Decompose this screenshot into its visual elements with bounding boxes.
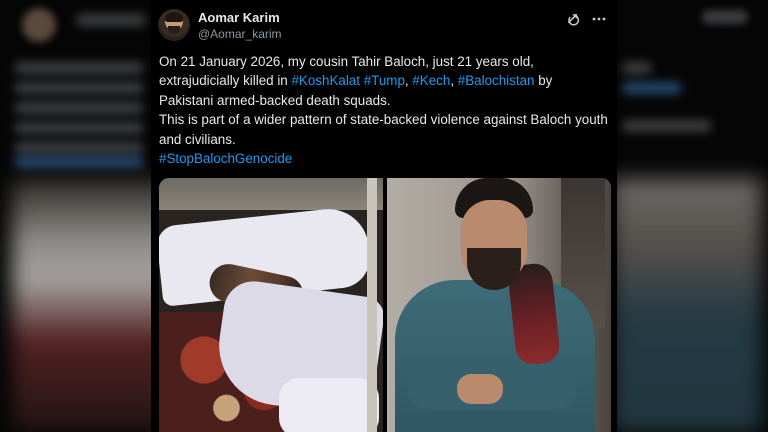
hashtag-link[interactable]: #Tump [364,73,405,88]
media-grid [159,178,611,432]
white-cloth [279,378,379,432]
hashtag-link[interactable]: #Kech [412,73,450,88]
blurred-text [622,120,712,132]
blurred-text [14,102,144,114]
avatar-hair [165,12,183,22]
blurred-text [14,62,144,74]
photo-shrouded-body[interactable] [159,178,383,432]
blurred-photo [612,178,762,432]
avatar[interactable] [158,9,190,41]
blurred-hashtag [622,82,682,94]
text-segment: This is part of a wider pattern of state… [159,112,608,147]
blurred-text [14,82,144,94]
avatar-beard [168,26,180,34]
tweet-text: On 21 January 2026, my cousin Tahir Balo… [159,52,609,168]
blurred-text [14,122,144,134]
tweet-paragraph: #StopBalochGenocide [159,149,609,168]
tweet-paragraph: On 21 January 2026, my cousin Tahir Balo… [159,52,609,110]
grok-icon[interactable] [565,11,581,27]
bed-frame [159,178,383,210]
blurred-text [76,14,146,26]
hashtag-link[interactable]: #StopBalochGenocide [159,151,292,166]
author-display-name[interactable]: Aomar Karim [198,10,282,26]
blurred-text [622,62,652,74]
author-handle[interactable]: @Aomar_karim [198,26,282,42]
tweet-card[interactable]: Aomar Karim @Aomar_karim On 21 January 2… [151,0,617,432]
blurred-text [14,142,144,154]
bed-rail [367,178,377,432]
blurred-avatar [22,8,56,42]
header-actions [565,11,607,27]
blurred-icons [702,10,748,24]
hand [457,374,503,404]
text-segment: , [450,73,458,89]
tweet-paragraph: This is part of a wider pattern of state… [159,110,609,149]
author-names: Aomar Karim @Aomar_karim [198,10,282,42]
hashtag-link[interactable]: #KoshKalat [291,73,360,88]
blurred-hashtag [14,156,144,168]
hashtag-link[interactable]: #Balochistan [458,73,535,88]
tweet-header: Aomar Karim @Aomar_karim [158,9,607,45]
blurred-photo [12,178,172,432]
more-options-icon[interactable] [591,11,607,27]
photo-portrait[interactable] [387,178,611,432]
